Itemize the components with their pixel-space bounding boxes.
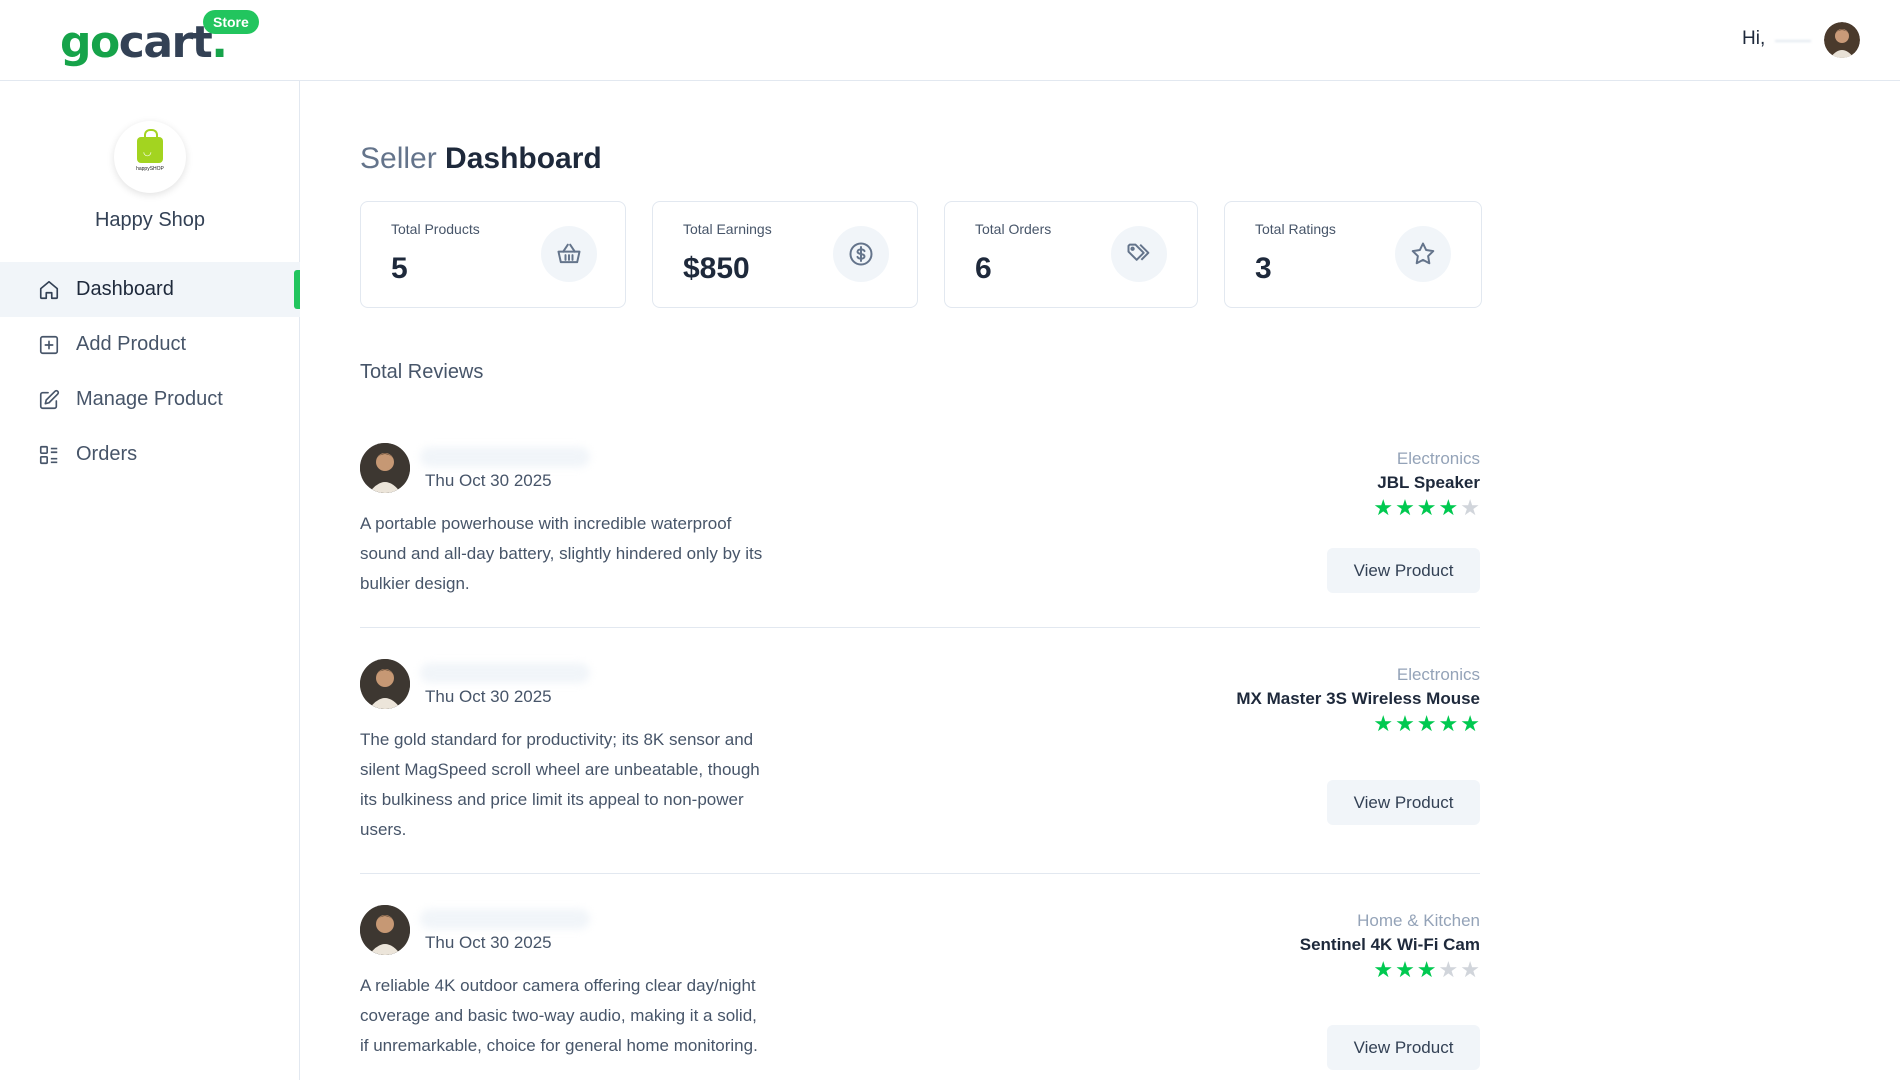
view-product-button[interactable]: View Product (1327, 780, 1480, 825)
stat-label: Total Products (391, 221, 480, 237)
star-icon (1395, 226, 1451, 282)
page-title: Seller Dashboard (360, 142, 602, 176)
stat-value: 5 (391, 252, 408, 285)
view-product-button[interactable]: View Product (1327, 548, 1480, 593)
empty-star-icon: ★ (1438, 957, 1459, 982)
filled-star-icon: ★ (1416, 495, 1437, 520)
product-name: MX Master 3S Wireless Mouse (1236, 689, 1480, 708)
store-badge: Store (203, 10, 259, 34)
rating-stars: ★ ★ ★ ★ ★ (1373, 713, 1480, 735)
gocart-logo[interactable]: gocart. (60, 17, 228, 68)
review-item: Thu Oct 30 2025 The gold standard for pr… (360, 659, 1480, 874)
user-name-blurred (1775, 40, 1811, 42)
sidebar-item-label: Dashboard (76, 278, 174, 300)
page-title-bold: Dashboard (445, 142, 602, 175)
stat-card-total-products: Total Products 5 (360, 201, 626, 308)
logo-suffix: cart (118, 17, 213, 68)
filled-star-icon: ★ (1438, 711, 1459, 736)
stat-card-total-orders: Total Orders 6 (944, 201, 1198, 308)
edit-icon (38, 389, 60, 411)
filled-star-icon: ★ (1373, 711, 1394, 736)
filled-star-icon: ★ (1395, 495, 1415, 520)
stat-card-total-ratings: Total Ratings 3 (1224, 201, 1482, 308)
list-icon (38, 444, 60, 466)
reviewer-avatar (360, 443, 410, 493)
sidebar-item-dashboard[interactable]: Dashboard (0, 262, 300, 317)
sidebar-item-add-product[interactable]: Add Product (0, 317, 300, 372)
main-content: Seller Dashboard Total Products 5 Total … (360, 81, 1482, 1080)
filled-star-icon: ★ (1373, 957, 1394, 982)
stats-row: Total Products 5 Total Earnings $850 Tot… (360, 201, 1482, 308)
filled-star-icon: ★ (1373, 495, 1394, 520)
product-name: JBL Speaker (1377, 473, 1480, 492)
filled-star-icon: ★ (1395, 711, 1415, 736)
user-greeting: Hi, (1742, 28, 1766, 49)
top-header: gocart. Store Hi, (0, 0, 1900, 81)
reviewer-avatar (360, 659, 410, 709)
filled-star-icon: ★ (1395, 957, 1415, 982)
stat-label: Total Orders (975, 221, 1052, 237)
page-title-light: Seller (360, 142, 437, 175)
product-category: Electronics (1396, 449, 1480, 468)
review-date: Thu Oct 30 2025 (425, 471, 552, 490)
view-product-button[interactable]: View Product (1327, 1025, 1480, 1070)
home-icon (38, 279, 60, 301)
stat-label: Total Earnings (683, 221, 772, 237)
reviewer-name-blurred (420, 663, 590, 683)
basket-icon (541, 226, 597, 282)
product-category: Electronics (1396, 665, 1480, 684)
review-date: Thu Oct 30 2025 (425, 933, 552, 952)
filled-star-icon: ★ (1438, 495, 1459, 520)
plus-square-icon (38, 334, 60, 356)
filled-star-icon: ★ (1416, 957, 1437, 982)
stat-value: 3 (1255, 252, 1272, 285)
sidebar: ◡ happySHOP Happy Shop Dashboard Add Pro… (0, 81, 300, 1080)
reviewer-name-blurred (420, 447, 590, 467)
empty-star-icon: ★ (1460, 495, 1480, 520)
review-text: The gold standard for productivity; its … (360, 730, 760, 839)
review-text: A portable powerhouse with incredible wa… (360, 514, 763, 593)
dollar-icon (833, 226, 889, 282)
product-category: Home & Kitchen (1357, 911, 1480, 930)
reviewer-name-blurred (420, 909, 590, 929)
shopping-bag-icon: ◡ (137, 128, 163, 163)
shop-name: Happy Shop (94, 209, 206, 231)
rating-stars: ★ ★ ★ ★ ★ (1373, 497, 1480, 519)
sidebar-item-label: Orders (76, 443, 138, 465)
rating-stars: ★ ★ ★ ★ ★ (1373, 959, 1480, 981)
filled-star-icon: ★ (1460, 711, 1480, 736)
filled-star-icon: ★ (1416, 711, 1437, 736)
review-text: A reliable 4K outdoor camera offering cl… (360, 976, 758, 1055)
sidebar-item-label: Manage Product (76, 388, 223, 410)
sidebar-item-label: Add Product (76, 333, 187, 355)
reviews-title: Total Reviews (360, 361, 484, 383)
review-item: Thu Oct 30 2025 A portable powerhouse wi… (360, 443, 1480, 628)
sidebar-item-orders[interactable]: Orders (0, 427, 300, 482)
sidebar-item-manage-product[interactable]: Manage Product (0, 372, 300, 427)
review-date: Thu Oct 30 2025 (425, 687, 552, 706)
tags-icon (1111, 226, 1167, 282)
shop-logo: ◡ happySHOP (114, 121, 186, 193)
product-name: Sentinel 4K Wi-Fi Cam (1299, 935, 1480, 954)
user-avatar[interactable] (1824, 22, 1860, 58)
stat-card-total-earnings: Total Earnings $850 (652, 201, 918, 308)
sidebar-nav: Dashboard Add Product Manage Product Ord… (0, 262, 300, 482)
shop-logo-text: happySHOP (136, 165, 164, 172)
stat-label: Total Ratings (1255, 221, 1336, 237)
stat-value: 6 (975, 252, 992, 285)
logo-prefix: go (60, 17, 120, 68)
empty-star-icon: ★ (1460, 957, 1480, 982)
reviewer-avatar (360, 905, 410, 955)
stat-value: $850 (683, 252, 750, 285)
review-item: Thu Oct 30 2025 A reliable 4K outdoor ca… (360, 905, 1480, 1080)
